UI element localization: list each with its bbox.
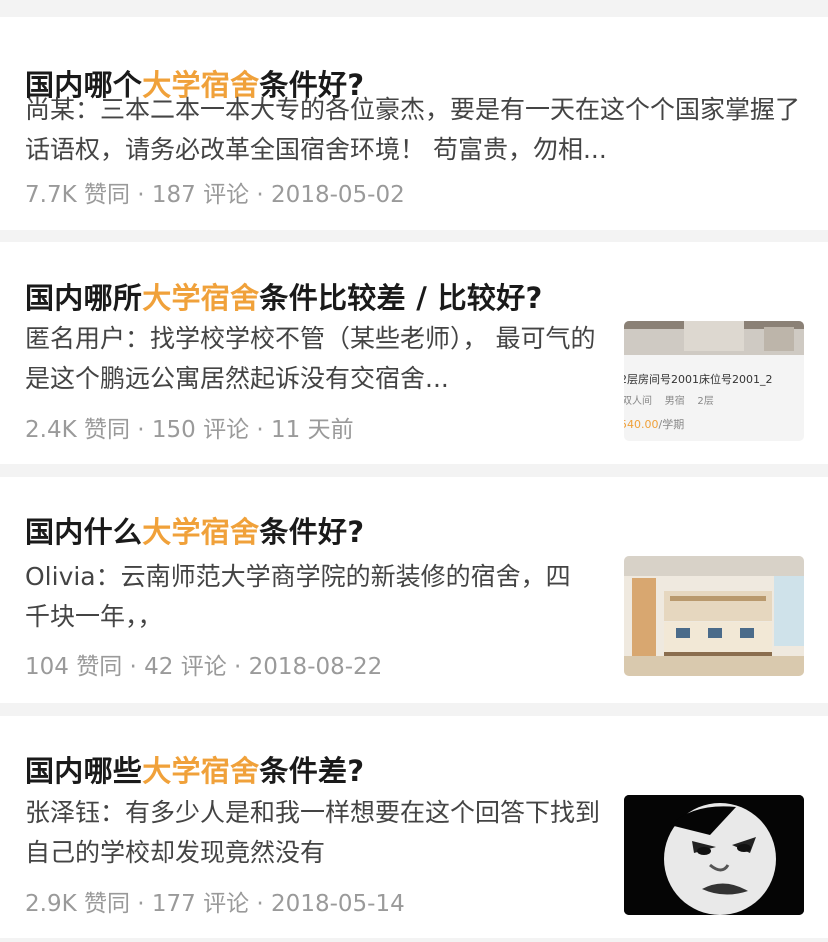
result-meta: 2.9K 赞同 · 177 评论 · 2018-05-14 [25,891,405,917]
result-card[interactable]: 国内哪所大学宿舍条件比较差 / 比较好? 匿名用户：找学校学校不管（某些老师），… [0,242,828,464]
title-prefix: 国内什么 [25,515,143,549]
result-card[interactable]: 国内什么大学宿舍条件好? Olivia：云南师范大学商学院的新装修的宿舍，四千块… [0,477,828,703]
search-results-feed: 国内哪个大学宿舍条件好? 尚某：三本二本一本大专的各位豪杰，要是有一天在这个个国… [0,0,828,942]
result-card[interactable]: 国内哪个大学宿舍条件好? 尚某：三本二本一本大专的各位豪杰，要是有一天在这个个国… [0,17,828,230]
result-excerpt[interactable]: Olivia：云南师范大学商学院的新装修的宿舍，四千块一年，， [25,557,575,637]
title-prefix: 国内哪些 [25,754,143,788]
title-suffix: 条件比较差 / 比较好? [259,281,543,315]
result-excerpt[interactable]: 匿名用户：找学校学校不管（某些老师）， 最可气的是这个鹏远公寓居然起诉没有交宿舍… [25,319,605,399]
result-excerpt[interactable]: 张泽钰：有多少人是和我一样想要在这个回答下找到自己的学校却发现竟然没有 [25,793,605,873]
result-excerpt[interactable]: 尚某：三本二本一本大专的各位豪杰，要是有一天在这个个国家掌握了话语权，请务必改革… [25,90,803,170]
result-card[interactable]: 国内哪些大学宿舍条件差? 张泽钰：有多少人是和我一样想要在这个回答下找到自己的学… [0,716,828,938]
result-title[interactable]: 国内哪些大学宿舍条件差? [25,748,364,790]
listing-price: 540.00/学期 [624,416,684,432]
result-title[interactable]: 国内什么大学宿舍条件好? [25,509,364,551]
result-title[interactable]: 国内哪所大学宿舍条件比较差 / 比较好? [25,275,543,317]
title-highlight: 大学宿舍 [142,754,260,788]
title-suffix: 条件差? [259,754,365,788]
meme-face-image [624,795,804,915]
title-suffix: 条件好? [259,515,365,549]
listing-room-type: 双人间 男宿 2层 [624,396,714,407]
room-listing-thumbnail[interactable]: 2层房间号2001床位号2001_2 双人间 男宿 2层 540.00/学期 [624,321,804,441]
title-highlight: 大学宿舍 [142,515,260,549]
listing-price-value: 540.00 [624,418,659,431]
result-meta: 7.7K 赞同 · 187 评论 · 2018-05-02 [25,182,405,208]
title-highlight: 大学宿舍 [142,281,260,315]
meme-face-thumbnail[interactable] [624,795,804,915]
listing-price-unit: /学期 [658,418,685,431]
result-meta: 104 赞同 · 42 评论 · 2018-08-22 [25,654,383,680]
dorm-room-photo [624,556,804,676]
listing-room-number: 2层房间号2001床位号2001_2 [624,373,773,386]
result-meta: 2.4K 赞同 · 150 评论 · 11 天前 [25,417,354,443]
dorm-room-photo-thumbnail[interactable] [624,556,804,676]
title-prefix: 国内哪所 [25,281,143,315]
